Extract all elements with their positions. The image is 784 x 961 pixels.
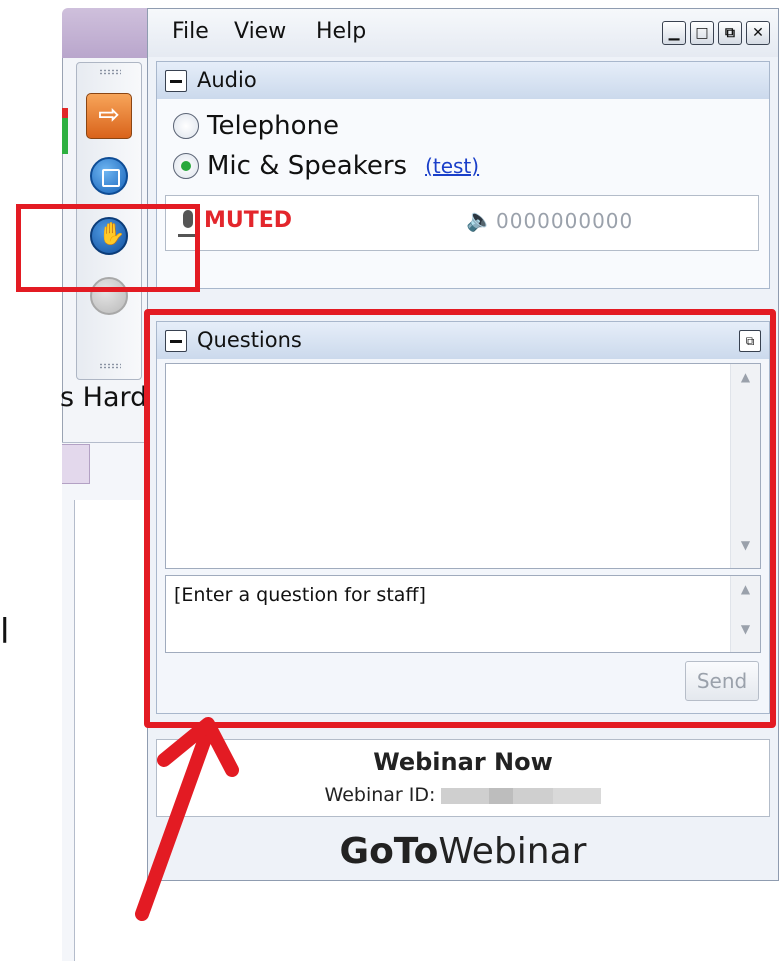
brand-webinar: Webinar <box>438 831 587 872</box>
menu-help[interactable]: Help <box>316 19 366 44</box>
telephone-label: Telephone <box>207 111 340 141</box>
maximize-icon[interactable]: □ <box>690 21 714 45</box>
audio-title: Audio <box>197 68 257 92</box>
window-controls: ▁ □ ⧉ ✕ <box>662 21 770 45</box>
background-edge-glyph: l <box>0 612 10 652</box>
minimize-icon[interactable]: ▁ <box>662 21 686 45</box>
annotation-box-questions <box>144 309 776 728</box>
audio-header: Audio <box>156 61 770 99</box>
green-indicator <box>62 118 68 154</box>
mic-speakers-radio[interactable] <box>173 153 199 179</box>
telephone-option[interactable]: Telephone <box>173 111 339 141</box>
menu-view[interactable]: View <box>234 19 286 44</box>
toolbar-grip-top[interactable] <box>99 69 121 75</box>
annotation-arrow <box>135 717 239 921</box>
annotation-box-raise-hand <box>16 204 200 292</box>
menu-file[interactable]: File <box>172 19 209 44</box>
speaker-icon: 🔈 <box>466 208 494 233</box>
screen-circle-button[interactable] <box>86 153 132 199</box>
telephone-radio[interactable] <box>173 113 199 139</box>
audio-panel: Telephone Mic & Speakers (test) MUTED 🔈 … <box>156 99 770 289</box>
audio-collapse-button[interactable] <box>165 70 187 92</box>
restore-icon[interactable]: ⧉ <box>718 21 742 45</box>
webinar-id-label: Webinar ID: <box>324 784 436 806</box>
audio-level-meter: 0000000000 <box>496 209 634 233</box>
screen-circle-icon <box>90 157 128 195</box>
menu-bar: File View Help ▁ □ ⧉ ✕ <box>148 9 778 57</box>
background-title-bar <box>62 8 152 58</box>
background-partial-text: s Hard <box>60 382 148 413</box>
background-lower-tab <box>62 444 90 484</box>
audio-test-link[interactable]: (test) <box>425 154 479 178</box>
mic-speakers-option[interactable]: Mic & Speakers (test) <box>173 151 479 181</box>
webinar-id-redacted <box>441 787 602 804</box>
mute-status-box: MUTED 🔈 0000000000 <box>165 195 759 251</box>
toolbar-grip-bottom[interactable] <box>99 363 121 369</box>
brand-goto: GoTo <box>339 831 439 872</box>
close-icon[interactable]: ✕ <box>746 21 770 45</box>
muted-status[interactable]: MUTED <box>204 208 292 233</box>
mic-speakers-label: Mic & Speakers <box>207 151 408 181</box>
arrow-right-icon[interactable] <box>86 93 132 139</box>
